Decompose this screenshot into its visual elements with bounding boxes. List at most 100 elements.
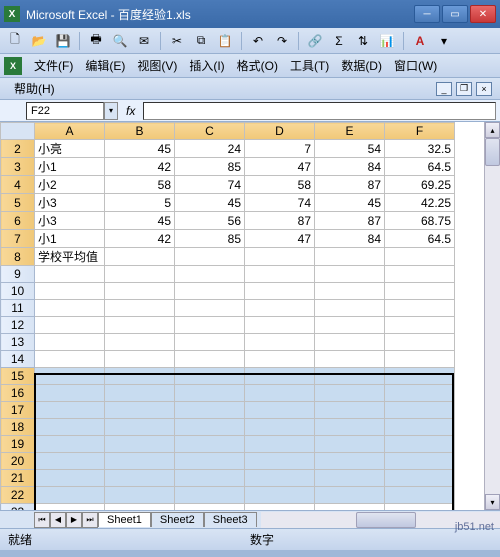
cell[interactable]: 87 bbox=[315, 176, 385, 194]
cell[interactable]: 64.5 bbox=[385, 230, 455, 248]
vertical-scrollbar[interactable]: ▴ ▾ bbox=[484, 122, 500, 510]
cell[interactable] bbox=[35, 419, 105, 436]
cell[interactable] bbox=[105, 317, 175, 334]
sort-icon[interactable]: ⇅ bbox=[352, 31, 374, 51]
new-icon[interactable]: 🗋 bbox=[4, 31, 26, 51]
cell[interactable] bbox=[35, 351, 105, 368]
cell[interactable]: 85 bbox=[175, 230, 245, 248]
cell[interactable] bbox=[245, 385, 315, 402]
save-icon[interactable]: 💾 bbox=[52, 31, 74, 51]
minimize-button[interactable]: ─ bbox=[414, 5, 440, 23]
cell[interactable]: 42 bbox=[105, 158, 175, 176]
cell[interactable] bbox=[175, 266, 245, 283]
cell[interactable]: 小亮 bbox=[35, 140, 105, 158]
chart-icon[interactable]: 📊 bbox=[376, 31, 398, 51]
cell[interactable] bbox=[385, 436, 455, 453]
sheet-tab-3[interactable]: Sheet3 bbox=[204, 512, 257, 527]
cell[interactable] bbox=[175, 436, 245, 453]
menu-tools[interactable]: 工具(T) bbox=[284, 55, 335, 76]
cell[interactable] bbox=[35, 283, 105, 300]
cell[interactable] bbox=[105, 453, 175, 470]
cell[interactable] bbox=[35, 334, 105, 351]
cell[interactable] bbox=[35, 368, 105, 385]
cell[interactable] bbox=[385, 248, 455, 266]
cell[interactable]: 87 bbox=[315, 212, 385, 230]
cell[interactable] bbox=[35, 266, 105, 283]
cell[interactable] bbox=[175, 453, 245, 470]
cell[interactable] bbox=[245, 317, 315, 334]
excel-menu-icon[interactable]: X bbox=[4, 57, 22, 75]
cell[interactable] bbox=[315, 266, 385, 283]
cell[interactable] bbox=[105, 470, 175, 487]
cell[interactable]: 85 bbox=[175, 158, 245, 176]
cell[interactable] bbox=[105, 334, 175, 351]
cell[interactable] bbox=[245, 470, 315, 487]
row-header[interactable]: 19 bbox=[1, 436, 35, 453]
cell[interactable] bbox=[385, 351, 455, 368]
cell[interactable] bbox=[175, 385, 245, 402]
cell[interactable] bbox=[105, 487, 175, 504]
cell[interactable] bbox=[105, 402, 175, 419]
cell[interactable] bbox=[105, 248, 175, 266]
doc-close-button[interactable]: × bbox=[476, 82, 492, 96]
cell[interactable] bbox=[315, 248, 385, 266]
cell[interactable] bbox=[385, 453, 455, 470]
cell[interactable] bbox=[105, 385, 175, 402]
cell[interactable] bbox=[105, 351, 175, 368]
cell[interactable] bbox=[175, 487, 245, 504]
cell[interactable] bbox=[245, 368, 315, 385]
undo-icon[interactable]: ↶ bbox=[247, 31, 269, 51]
row-header[interactable]: 6 bbox=[1, 212, 35, 230]
name-box[interactable]: F22 bbox=[26, 102, 104, 120]
sheet-nav-next-icon[interactable]: ▶ bbox=[66, 512, 82, 528]
cell[interactable] bbox=[105, 419, 175, 436]
menu-view[interactable]: 视图(V) bbox=[131, 55, 183, 76]
row-header[interactable]: 15 bbox=[1, 368, 35, 385]
cell[interactable] bbox=[105, 266, 175, 283]
cell[interactable]: 45 bbox=[105, 140, 175, 158]
cell[interactable] bbox=[245, 283, 315, 300]
cell[interactable] bbox=[175, 368, 245, 385]
cell[interactable]: 小2 bbox=[35, 176, 105, 194]
cell[interactable] bbox=[315, 283, 385, 300]
copy-icon[interactable]: ⧉ bbox=[190, 31, 212, 51]
cell[interactable] bbox=[245, 504, 315, 511]
cell[interactable] bbox=[245, 453, 315, 470]
cell[interactable] bbox=[385, 266, 455, 283]
cell[interactable] bbox=[175, 334, 245, 351]
row-header[interactable]: 20 bbox=[1, 453, 35, 470]
cell[interactable] bbox=[35, 470, 105, 487]
sheet-tab-2[interactable]: Sheet2 bbox=[151, 512, 204, 527]
cell[interactable] bbox=[315, 385, 385, 402]
cell[interactable]: 小3 bbox=[35, 194, 105, 212]
cell[interactable]: 7 bbox=[245, 140, 315, 158]
col-header[interactable]: D bbox=[245, 123, 315, 140]
cell[interactable] bbox=[385, 334, 455, 351]
cell[interactable]: 54 bbox=[315, 140, 385, 158]
row-header[interactable]: 22 bbox=[1, 487, 35, 504]
cell[interactable] bbox=[35, 402, 105, 419]
cell[interactable] bbox=[175, 419, 245, 436]
cell[interactable]: 45 bbox=[175, 194, 245, 212]
paste-icon[interactable]: 📋 bbox=[214, 31, 236, 51]
spreadsheet-grid[interactable]: ABCDEF2小亮452475432.53小14285478464.54小258… bbox=[0, 122, 500, 510]
cell[interactable] bbox=[385, 300, 455, 317]
cell[interactable] bbox=[245, 351, 315, 368]
row-header[interactable]: 7 bbox=[1, 230, 35, 248]
cell[interactable] bbox=[245, 419, 315, 436]
cell[interactable]: 学校平均值 bbox=[35, 248, 105, 266]
name-box-dropdown[interactable]: ▾ bbox=[104, 102, 118, 120]
sheet-nav-last-icon[interactable]: ⏭ bbox=[82, 512, 98, 528]
cell[interactable] bbox=[385, 368, 455, 385]
cell[interactable] bbox=[105, 283, 175, 300]
cell[interactable] bbox=[315, 334, 385, 351]
cell[interactable]: 58 bbox=[245, 176, 315, 194]
formula-input[interactable] bbox=[143, 102, 496, 120]
doc-restore-button[interactable]: ❐ bbox=[456, 82, 472, 96]
print-icon[interactable]: 🖶 bbox=[85, 31, 107, 51]
cell[interactable]: 68.75 bbox=[385, 212, 455, 230]
cell[interactable] bbox=[35, 317, 105, 334]
cell[interactable]: 56 bbox=[175, 212, 245, 230]
scroll-thumb[interactable] bbox=[485, 138, 500, 166]
cell[interactable] bbox=[315, 317, 385, 334]
